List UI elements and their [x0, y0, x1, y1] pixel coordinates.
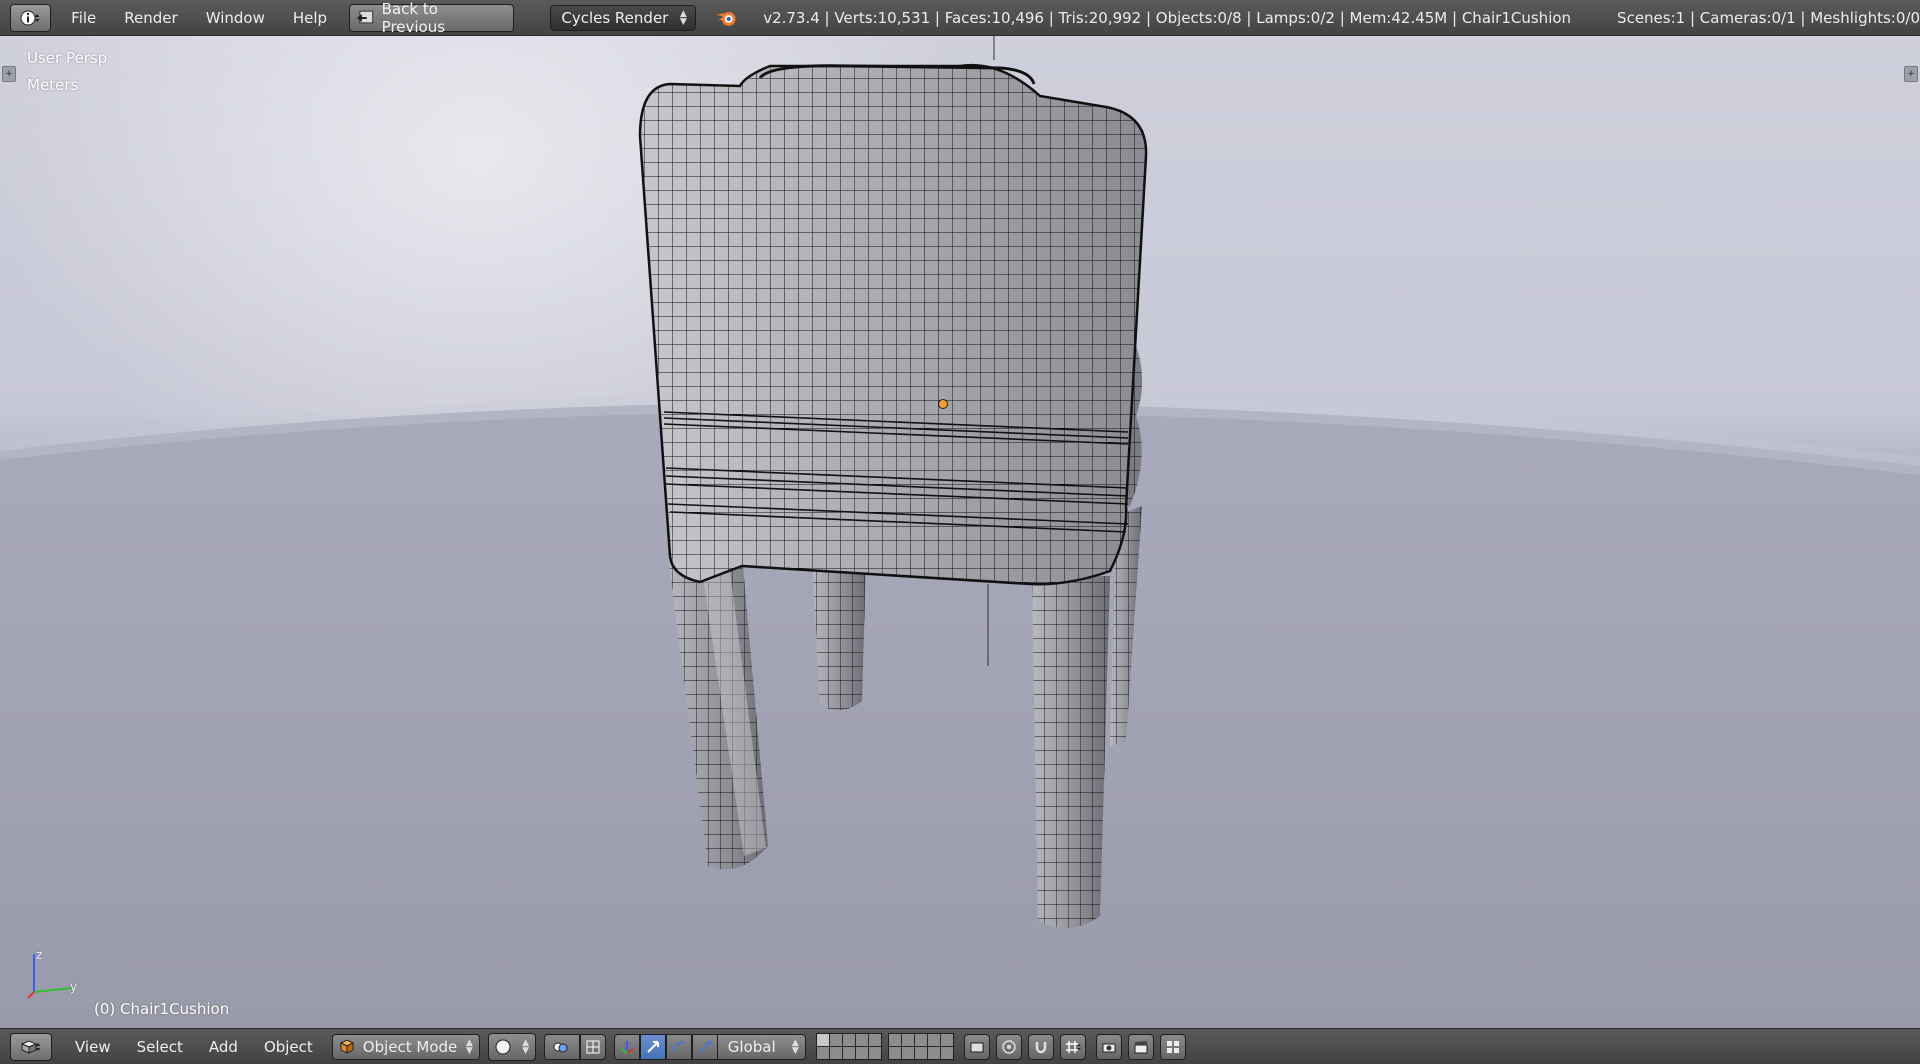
camera-render-icon	[1102, 1043, 1116, 1052]
scale-handle-icon	[699, 1040, 711, 1053]
3d-viewport[interactable]: User Persp Meters + + z y (0) Chair1Cush…	[0, 36, 1920, 1028]
scene-counts: Scenes:1 | Cameras:0/1 | Meshlights:0/0	[1617, 8, 1920, 27]
axis-gizmo-icon	[27, 954, 73, 999]
layer-block-right[interactable]	[887, 1033, 954, 1060]
render-engine-select[interactable]: Cycles Render ▲ ▼	[550, 4, 696, 31]
info-icon	[20, 10, 40, 25]
translate-arrow-icon	[647, 1040, 659, 1053]
updown-arrows-icon: ▲ ▼	[679, 8, 687, 27]
layer-block-left[interactable]	[815, 1033, 882, 1060]
snap-grid-icon	[1065, 1040, 1081, 1053]
info-header: File Render Window Help Back to Previous…	[0, 0, 1920, 36]
clapperboard-icon	[1134, 1040, 1148, 1053]
quad-view-icon	[1166, 1040, 1179, 1053]
rotate-arc-icon	[672, 1040, 684, 1052]
3d-view-editor-icon	[20, 1039, 41, 1054]
interaction-mode-label: Object Mode	[362, 1037, 458, 1056]
menu-select[interactable]: Select	[124, 1038, 196, 1056]
back-to-previous-button[interactable]: Back to Previous	[349, 0, 515, 36]
updown-arrows-icon: ▲ ▼	[791, 1037, 799, 1056]
toolshelf-toggle-icon[interactable]: +	[2, 66, 16, 82]
active-object-label: (0) Chair1Cushion	[94, 1000, 230, 1018]
back-screen-icon	[357, 10, 374, 23]
3d-view-header: View Select Add Object Object Mode ▲ ▼ ▲ ▼	[0, 1028, 1920, 1064]
axis-y-label: y	[70, 980, 78, 994]
interaction-mode-select[interactable]: Object Mode ▲ ▼	[331, 1033, 480, 1060]
opengl-animation-button[interactable]	[1127, 1033, 1154, 1060]
pivot-point-icon	[553, 1042, 568, 1052]
scale-manipulator-button[interactable]	[691, 1033, 718, 1060]
properties-toggle-icon[interactable]: +	[1904, 66, 1918, 82]
updown-arrows-icon: ▲ ▼	[465, 1037, 473, 1056]
opengl-render-button[interactable]	[1095, 1033, 1122, 1060]
snap-toggle-button[interactable]	[1027, 1033, 1054, 1060]
viewport-shading-select[interactable]: ▲ ▼	[487, 1032, 536, 1061]
proportional-circle-icon	[1002, 1039, 1016, 1054]
object-origin-dot	[938, 399, 948, 409]
menu-file[interactable]: File	[57, 9, 110, 27]
menu-add[interactable]: Add	[196, 1038, 251, 1056]
menu-object[interactable]: Object	[251, 1038, 326, 1056]
layout-toggle-button[interactable]	[1159, 1033, 1186, 1060]
layer-buttons	[815, 1033, 954, 1060]
menu-window[interactable]: Window	[192, 9, 279, 27]
render-engine-label: Cycles Render	[561, 8, 669, 27]
blender-logo-icon	[715, 11, 736, 26]
menu-help[interactable]: Help	[279, 9, 341, 27]
main-menu: File Render Window Help	[57, 9, 341, 27]
magnet-icon	[1035, 1041, 1047, 1053]
units-label: Meters	[27, 76, 79, 94]
scene-lock-icon	[970, 1042, 984, 1052]
snap-element-button[interactable]	[1059, 1033, 1086, 1060]
view-name-label: User Persp	[27, 49, 108, 67]
transform-manipulators-group: Global ▲ ▼	[613, 1033, 806, 1060]
transform-orientation-select[interactable]: Global ▲ ▼	[717, 1033, 806, 1060]
chair-mesh[interactable]	[0, 36, 1920, 1028]
translate-manipulator-button[interactable]	[639, 1033, 666, 1060]
pivot-point-button[interactable]	[543, 1033, 580, 1060]
view-menu-bar: View Select Add Object	[62, 1038, 326, 1056]
transform-orientation-label: Global	[727, 1037, 776, 1056]
lock-camera-button[interactable]	[963, 1033, 990, 1060]
transform-axes-icon	[620, 1040, 634, 1054]
menu-view[interactable]: View	[62, 1038, 124, 1056]
editor-type-button[interactable]	[10, 3, 52, 32]
grid-dots-icon	[586, 1040, 600, 1053]
object-mode-cube-icon	[339, 1038, 354, 1054]
solid-shading-sphere-icon	[495, 1039, 511, 1054]
editor-type-button-bottom[interactable]	[10, 1032, 52, 1061]
axis-z-label: z	[36, 948, 43, 962]
menu-render[interactable]: Render	[110, 9, 191, 27]
scene-statistics: v2.73.4 | Verts:10,531 | Faces:10,496 | …	[763, 8, 1572, 27]
proportional-editing-button[interactable]	[995, 1033, 1022, 1060]
back-to-previous-label: Back to Previous	[381, 0, 446, 36]
manipulator-axes-button[interactable]	[613, 1033, 640, 1060]
rotate-manipulator-button[interactable]	[665, 1033, 692, 1060]
manipulator-toggle-button[interactable]	[579, 1033, 606, 1060]
updown-arrows-icon: ▲ ▼	[522, 1037, 530, 1056]
pivot-and-overlay-group	[543, 1033, 606, 1060]
